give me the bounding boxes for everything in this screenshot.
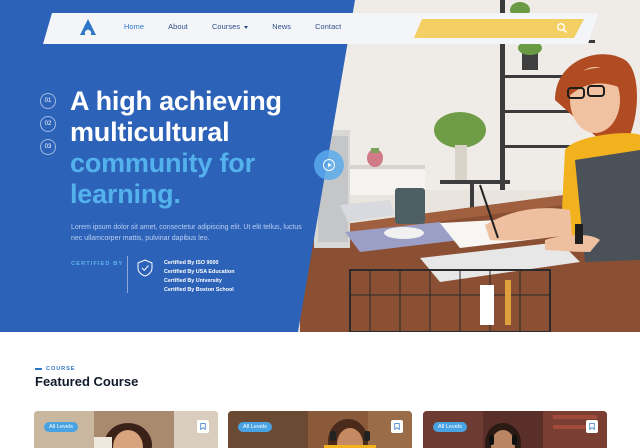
headline-line-4: learning. xyxy=(70,179,181,209)
eyebrow-line xyxy=(35,368,42,370)
level-badge: All Levels xyxy=(433,422,467,432)
course-cards: All Levels All Levels All Levels xyxy=(0,411,640,448)
nav-link-courses-label: Courses xyxy=(211,22,241,31)
shield-icon xyxy=(137,259,153,277)
slide-dot-02[interactable]: 02 xyxy=(40,116,56,132)
slide-pagination: 01 02 03 xyxy=(40,93,56,162)
search-input[interactable] xyxy=(428,20,548,36)
headline-line-1: A high achieving xyxy=(70,86,282,116)
bookmark-icon[interactable] xyxy=(586,420,598,433)
logo-icon[interactable] xyxy=(78,18,98,38)
cert-item: Certified By University xyxy=(164,278,222,284)
search-icon[interactable] xyxy=(556,22,568,34)
play-video-button[interactable] xyxy=(314,150,344,180)
slide-dot-01[interactable]: 01 xyxy=(40,93,56,109)
eyebrow-label: COURSE xyxy=(46,366,76,372)
cert-item: Certified By USA Education xyxy=(164,269,235,275)
course-card[interactable]: All Levels xyxy=(34,411,218,448)
headline-line-3: community for xyxy=(70,148,255,178)
certification-list: Certified By ISO 9000 Certified By USA E… xyxy=(164,259,235,295)
slide-dot-03[interactable]: 03 xyxy=(40,139,56,155)
level-badge: All Levels xyxy=(238,422,272,432)
nav-link-about[interactable]: About xyxy=(168,22,188,36)
course-card[interactable]: All Levels xyxy=(228,411,412,448)
hero-description: Lorem ipsum dolor sit amet, consectetur … xyxy=(71,224,302,242)
headline-line-2: multicultural xyxy=(70,117,230,147)
section-eyebrow: COURSE xyxy=(35,366,75,372)
chevron-down-icon xyxy=(244,25,249,29)
hero-headline: A high achieving multicultural community… xyxy=(70,86,330,210)
search-bar xyxy=(422,17,582,39)
nav-link-courses[interactable]: Courses xyxy=(211,22,249,36)
section-title: Featured Course xyxy=(35,374,139,389)
nav-link-home[interactable]: Home xyxy=(124,22,144,36)
bookmark-icon[interactable] xyxy=(197,420,209,433)
cert-item: Certified By ISO 9000 xyxy=(164,260,219,266)
level-badge: All Levels xyxy=(44,422,78,432)
cert-divider xyxy=(127,256,128,293)
nav-link-news[interactable]: News xyxy=(272,22,291,36)
certified-by-label: CERTIFIED BY xyxy=(71,261,124,267)
hero-section: Home About Courses News Contact 01 02 03… xyxy=(0,0,640,332)
main-nav: Home About Courses News Contact xyxy=(124,22,365,36)
bookmark-icon[interactable] xyxy=(391,420,403,433)
nav-link-contact[interactable]: Contact xyxy=(315,22,341,36)
play-icon xyxy=(323,159,335,171)
course-card[interactable]: All Levels xyxy=(423,411,607,448)
cert-item: Certified By Boston School xyxy=(164,287,234,293)
